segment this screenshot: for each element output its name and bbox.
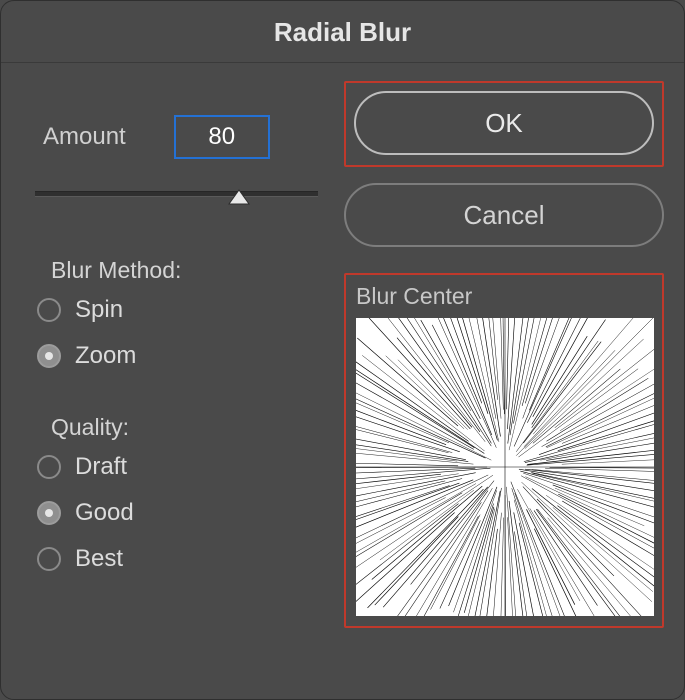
amount-label: Amount [43,123,126,151]
radio-icon [37,501,61,525]
blur-center-title: Blur Center [356,283,654,310]
radio-best[interactable]: Best [37,545,326,573]
blur-center-preview[interactable] [356,318,654,616]
radio-icon [37,455,61,479]
ok-button-highlight: OK [344,81,664,167]
radio-label: Spin [75,296,123,324]
radio-zoom[interactable]: Zoom [37,342,326,370]
radio-label: Good [75,499,134,527]
radio-label: Zoom [75,342,136,370]
radio-label: Best [75,545,123,573]
blur-method-group: Spin Zoom [37,296,326,370]
radio-spin[interactable]: Spin [37,296,326,324]
ok-button[interactable]: OK [354,91,654,155]
quality-title: Quality: [51,414,326,441]
right-column: OK Cancel Blur Center [344,81,664,628]
blur-center-highlight: Blur Center [344,273,664,628]
cancel-button[interactable]: Cancel [344,183,664,247]
slider-thumb[interactable] [227,188,251,206]
radio-draft[interactable]: Draft [37,453,326,481]
radio-good[interactable]: Good [37,499,326,527]
radio-icon [37,344,61,368]
amount-slider[interactable] [35,185,318,211]
radio-icon [37,298,61,322]
dialog-title: Radial Blur [1,1,684,63]
slider-track [35,191,318,197]
radio-label: Draft [75,453,127,481]
blur-method-title: Blur Method: [51,257,326,284]
amount-input[interactable] [174,115,270,159]
radial-blur-dialog: Radial Blur Amount Blur Method: S [0,0,685,700]
quality-group: Draft Good Best [37,453,326,573]
radio-icon [37,547,61,571]
left-column: Amount Blur Method: Spin [27,81,326,628]
